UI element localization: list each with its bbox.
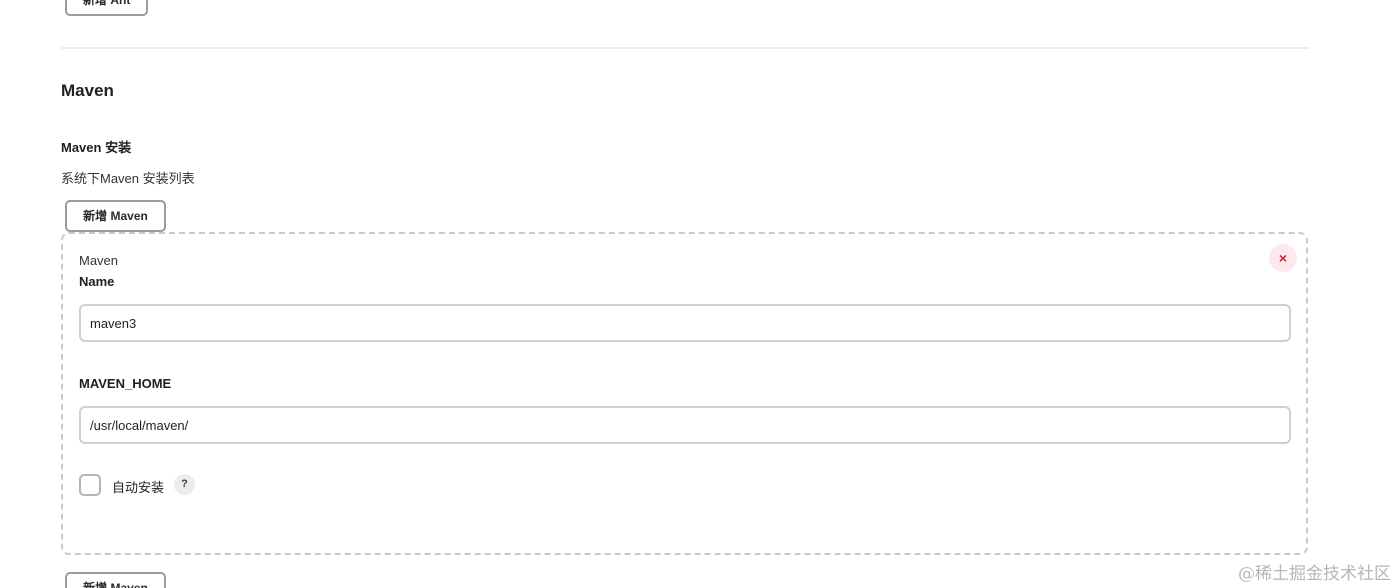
maven-home-label: MAVEN_HOME <box>79 376 172 391</box>
help-icon[interactable]: ? <box>174 474 195 495</box>
delete-icon[interactable]: × <box>1269 244 1297 272</box>
maven-home-input[interactable] <box>79 406 1291 444</box>
watermark: @稀土掘金技术社区 <box>1238 564 1391 584</box>
add-maven-button-bottom[interactable]: 新增 Maven <box>65 572 166 588</box>
name-input[interactable] <box>79 304 1291 342</box>
maven-item-header: Maven <box>79 253 119 268</box>
maven-install-label: Maven 安装 <box>61 140 132 155</box>
auto-install-label[interactable]: 自动安装 <box>112 477 164 496</box>
section-title-maven: Maven <box>61 81 114 100</box>
name-label: Name <box>79 274 115 289</box>
page: 新增 Ant Maven Maven 安装 系统下Maven 安装列表 新增 M… <box>0 0 1397 588</box>
auto-install-checkbox[interactable] <box>79 474 101 496</box>
maven-installation-item <box>61 232 1308 555</box>
maven-install-description: 系统下Maven 安装列表 <box>61 171 195 186</box>
add-maven-button-top[interactable]: 新增 Maven <box>65 200 166 232</box>
add-ant-button[interactable]: 新增 Ant <box>65 0 148 16</box>
section-divider <box>61 47 1309 49</box>
